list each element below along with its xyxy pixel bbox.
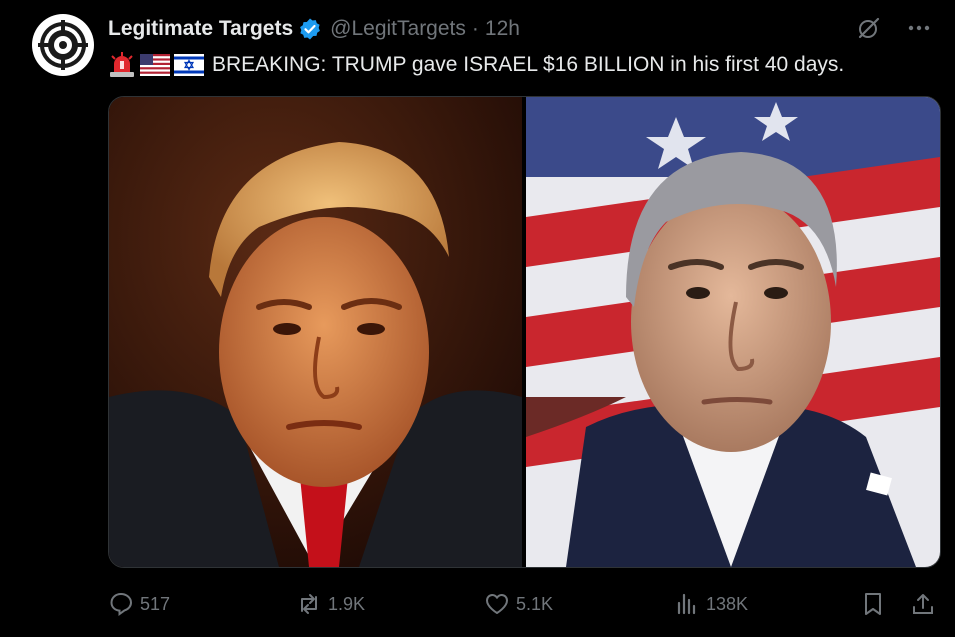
portrait-image <box>526 97 940 567</box>
us-flag-icon <box>140 54 170 76</box>
verified-badge-icon <box>298 17 322 41</box>
media-image-right[interactable] <box>526 97 940 567</box>
tweet: Legitimate Targets @LegitTargets · 12h B… <box>0 0 955 637</box>
media-grid[interactable] <box>108 96 941 568</box>
repost-button[interactable]: 1.9K <box>296 586 365 622</box>
avatar[interactable] <box>32 14 94 76</box>
views-button[interactable]: 138K <box>674 586 748 622</box>
views-icon <box>677 593 696 615</box>
bookmark-icon <box>865 593 881 615</box>
separator-dot: · <box>471 17 479 40</box>
share-icon <box>913 594 933 614</box>
grok-icon[interactable] <box>853 12 885 44</box>
portrait-image <box>109 97 522 567</box>
like-icon <box>486 594 508 614</box>
reply-count: 517 <box>140 593 171 614</box>
top-actions <box>853 12 935 44</box>
action-bar: 517 1.9K 5.1K 138K <box>108 586 939 622</box>
repost-icon <box>301 594 317 614</box>
handle[interactable]: @LegitTargets <box>330 17 466 41</box>
reply-icon <box>110 592 133 616</box>
tweet-body: BREAKING: TRUMP gave ISRAEL $16 BILLION … <box>212 53 845 76</box>
israel-flag-icon <box>174 54 204 76</box>
timestamp[interactable]: 12h <box>485 17 520 41</box>
media-image-left[interactable] <box>109 97 522 567</box>
reply-button[interactable]: 517 <box>108 586 170 622</box>
bookmark-button[interactable] <box>860 586 886 622</box>
share-button[interactable] <box>910 586 936 622</box>
repost-count: 1.9K <box>328 593 366 614</box>
rotating-light-icon <box>108 52 136 78</box>
display-name[interactable]: Legitimate Targets <box>108 17 293 41</box>
tweet-header: Legitimate Targets @LegitTargets · 12h <box>108 14 520 44</box>
crosshair-logo-icon <box>36 18 90 72</box>
like-count: 5.1K <box>516 593 554 614</box>
tweet-text: BREAKING: TRUMP gave ISRAEL $16 BILLION … <box>108 50 844 80</box>
more-icon[interactable] <box>903 12 935 44</box>
views-count: 138K <box>706 593 749 614</box>
like-button[interactable]: 5.1K <box>484 586 553 622</box>
